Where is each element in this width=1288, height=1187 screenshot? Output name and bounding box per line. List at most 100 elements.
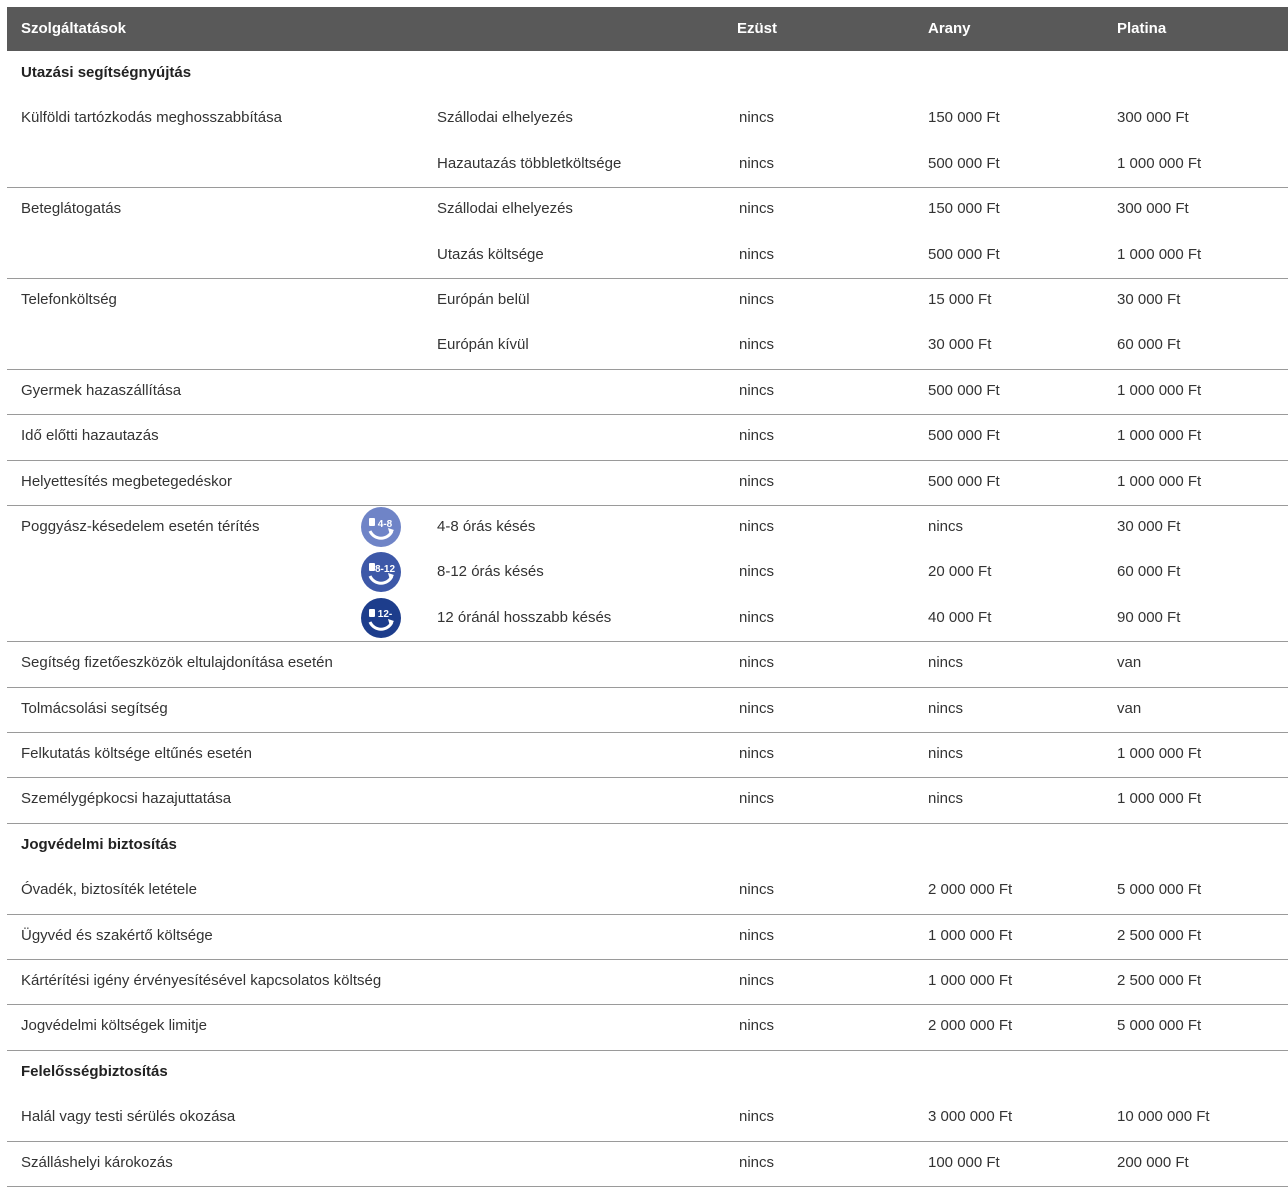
cell-platinum: 2 500 000 Ft bbox=[1117, 972, 1202, 989]
cell-gold: 500 000 Ft bbox=[928, 472, 1000, 490]
cell-sub: Európán kívül bbox=[437, 336, 529, 354]
cell-silver: nincs bbox=[739, 200, 775, 218]
section-title: Jogvédelmi biztosítás bbox=[21, 835, 177, 853]
section-heading-row: Utazási segítségnyújtás bbox=[7, 51, 1288, 96]
table-row: Külföldi tartózkodás meghosszabbítása Szá… bbox=[7, 96, 1288, 141]
cell-platinum: 10 000 000 Ft bbox=[1117, 1108, 1210, 1126]
header-services: Szolgáltatások bbox=[21, 20, 127, 37]
cell-silver: nincs bbox=[739, 881, 775, 899]
cell-silver: nincs bbox=[739, 972, 775, 989]
cell-gold: 40 000 Ft bbox=[928, 608, 992, 626]
cell-silver: nincs bbox=[739, 790, 775, 808]
cell-silver: nincs bbox=[739, 1017, 775, 1035]
cell-main: Halál vagy testi sérülés okozása bbox=[21, 1108, 236, 1126]
cell-silver: nincs bbox=[739, 291, 775, 308]
cell-platinum: 1 000 000 Ft bbox=[1117, 472, 1202, 490]
cell-platinum: 90 000 Ft bbox=[1117, 608, 1181, 626]
cell-gold: 150 000 Ft bbox=[928, 200, 1000, 218]
cell-gold: 2 000 000 Ft bbox=[928, 881, 1013, 899]
cell-gold: 500 000 Ft bbox=[928, 154, 1000, 172]
cell-silver: nincs bbox=[739, 699, 775, 717]
cell-silver: nincs bbox=[739, 472, 775, 490]
cell-gold: 3 000 000 Ft bbox=[928, 1108, 1013, 1126]
table-row: Poggyász-késedelem esetén térítés 4-8 órá… bbox=[7, 505, 1288, 550]
table-row: Utazás költsége nincs 500 000 Ft 1 000 000 … bbox=[7, 233, 1288, 278]
table-row: Európán kívül nincs 30 000 Ft 60 000 Ft bbox=[7, 323, 1288, 368]
cell-main: Személygépkocsi hazajuttatása bbox=[21, 790, 232, 808]
table-row: Helyettesítés megbetegedéskor nincs 500 00… bbox=[7, 460, 1288, 505]
cell-platinum: 300 000 Ft bbox=[1117, 200, 1189, 218]
cell-platinum: 1 000 000 Ft bbox=[1117, 790, 1202, 808]
table-row: Szálláshelyi károkozás nincs 100 000 Ft 200… bbox=[7, 1141, 1288, 1186]
icon-label: 8-12 bbox=[374, 563, 395, 575]
cell-gold: nincs bbox=[928, 790, 964, 808]
cell-main: Tolmácsolási segítség bbox=[21, 699, 168, 717]
cell-main: Helyettesítés megbetegedéskor bbox=[21, 472, 232, 490]
cell-sub: Szállodai elhelyezés bbox=[437, 200, 573, 218]
cell-silver: nincs bbox=[739, 518, 775, 535]
table-row: Ügyvéd és szakértő költsége nincs 1 000 00… bbox=[7, 914, 1288, 959]
section-title: Felelősségbiztosítás bbox=[21, 1062, 168, 1080]
table-row: Beteglátogatás Szállodai elhelyezés nincs 1… bbox=[7, 187, 1288, 232]
cell-silver: nincs bbox=[739, 109, 775, 127]
cell-silver: nincs bbox=[739, 1153, 775, 1171]
cell-gold: nincs bbox=[928, 654, 964, 672]
header-gold: Arany bbox=[928, 20, 971, 37]
cell-platinum: 1 000 000 Ft bbox=[1117, 745, 1202, 762]
cell-platinum: 60 000 Ft bbox=[1117, 336, 1181, 354]
header-silver: Ezüst bbox=[737, 20, 778, 37]
cell-gold: 20 000 Ft bbox=[928, 563, 992, 581]
cell-silver: nincs bbox=[739, 608, 775, 626]
cell-platinum: 200 000 Ft bbox=[1117, 1153, 1189, 1171]
cell-silver: nincs bbox=[739, 1108, 775, 1126]
cell-platinum: van bbox=[1117, 699, 1142, 717]
cell-sub: Szállodai elhelyezés bbox=[437, 109, 573, 127]
table-row: Gyermek hazaszállítása nincs 500 000 Ft 1 0… bbox=[7, 369, 1288, 414]
cell-platinum: 300 000 Ft bbox=[1117, 109, 1189, 127]
cell-gold: 500 000 Ft bbox=[928, 245, 1000, 263]
cell-main: Idő előtti hazautazás bbox=[21, 427, 159, 445]
table-row: Személygépkocsi hazajuttatása nincs nincs 1… bbox=[7, 777, 1288, 822]
table-header: Szolgáltatások Ezüst Arany Platina bbox=[7, 7, 1288, 51]
cell-gold: 500 000 Ft bbox=[928, 381, 1000, 399]
cell-silver: nincs bbox=[739, 654, 775, 672]
cell-sub: 12 óránál hosszabb késés bbox=[437, 608, 612, 626]
luggage-delay-8-12-icon: 8-12 bbox=[361, 552, 401, 593]
cell-main: Felkutatás költsége eltűnés esetén bbox=[21, 745, 252, 762]
cell-main: Jogvédelmi költségek limitje bbox=[21, 1017, 207, 1035]
cell-platinum: 30 000 Ft bbox=[1117, 291, 1181, 308]
cell-platinum: 1 000 000 Ft bbox=[1117, 245, 1202, 263]
cell-silver: nincs bbox=[739, 245, 775, 263]
cell-gold: nincs bbox=[928, 745, 964, 762]
table-row: Felkutatás költsége eltűnés esetén nincs n… bbox=[7, 732, 1288, 777]
cell-main: Beteglátogatás bbox=[21, 200, 122, 218]
header-platinum: Platina bbox=[1117, 20, 1167, 37]
cell-sub: Hazautazás többletköltsége bbox=[437, 154, 622, 172]
cell-gold: 1 000 000 Ft bbox=[928, 926, 1013, 944]
cell-silver: nincs bbox=[739, 427, 775, 445]
table-row: Óvadék, biztosíték letétele nincs 2 000 00… bbox=[7, 868, 1288, 913]
luggage-delay-4-8-icon: 4-8 bbox=[361, 507, 401, 547]
cell-main: Poggyász-késedelem esetén térítés bbox=[21, 518, 260, 535]
cell-sub: 4-8 órás késés bbox=[437, 518, 536, 535]
section-heading-row: Felelősségbiztosítás bbox=[7, 1050, 1288, 1095]
cell-platinum: 30 000 Ft bbox=[1117, 518, 1181, 535]
cell-silver: nincs bbox=[739, 154, 775, 172]
table-row: Hazautazás többletköltsége nincs 500 000 F… bbox=[7, 142, 1288, 187]
cell-main: Segítség fizetőeszközök eltulajdonítása … bbox=[21, 654, 333, 672]
cell-gold: 150 000 Ft bbox=[928, 109, 1000, 127]
table-row: Idő előtti hazautazás nincs 500 000 Ft 1 00… bbox=[7, 414, 1288, 459]
luggage-delay-12-plus-icon: 12- bbox=[361, 597, 401, 638]
icon-label: 4-8 bbox=[377, 518, 393, 530]
table-row: 12 óránál hosszabb késés nincs 40 000 Ft 90… bbox=[7, 596, 1288, 641]
cell-platinum: 5 000 000 Ft bbox=[1117, 1017, 1202, 1035]
table-row: Kártérítési igény érvényesítésével kapcs… bbox=[7, 959, 1288, 1004]
cell-platinum: 2 500 000 Ft bbox=[1117, 926, 1202, 944]
cell-platinum: 1 000 000 Ft bbox=[1117, 381, 1202, 399]
cell-sub: Utazás költsége bbox=[437, 245, 544, 263]
table-row: Telefonköltség Európán belül nincs 15 000 F… bbox=[7, 278, 1288, 323]
cell-gold: 30 000 Ft bbox=[928, 336, 992, 354]
cell-silver: nincs bbox=[739, 381, 775, 399]
table-row: Halál vagy testi sérülés okozása nincs 3 0… bbox=[7, 1095, 1288, 1140]
table-row: Segítség fizetőeszközök eltulajdonítása … bbox=[7, 641, 1288, 686]
